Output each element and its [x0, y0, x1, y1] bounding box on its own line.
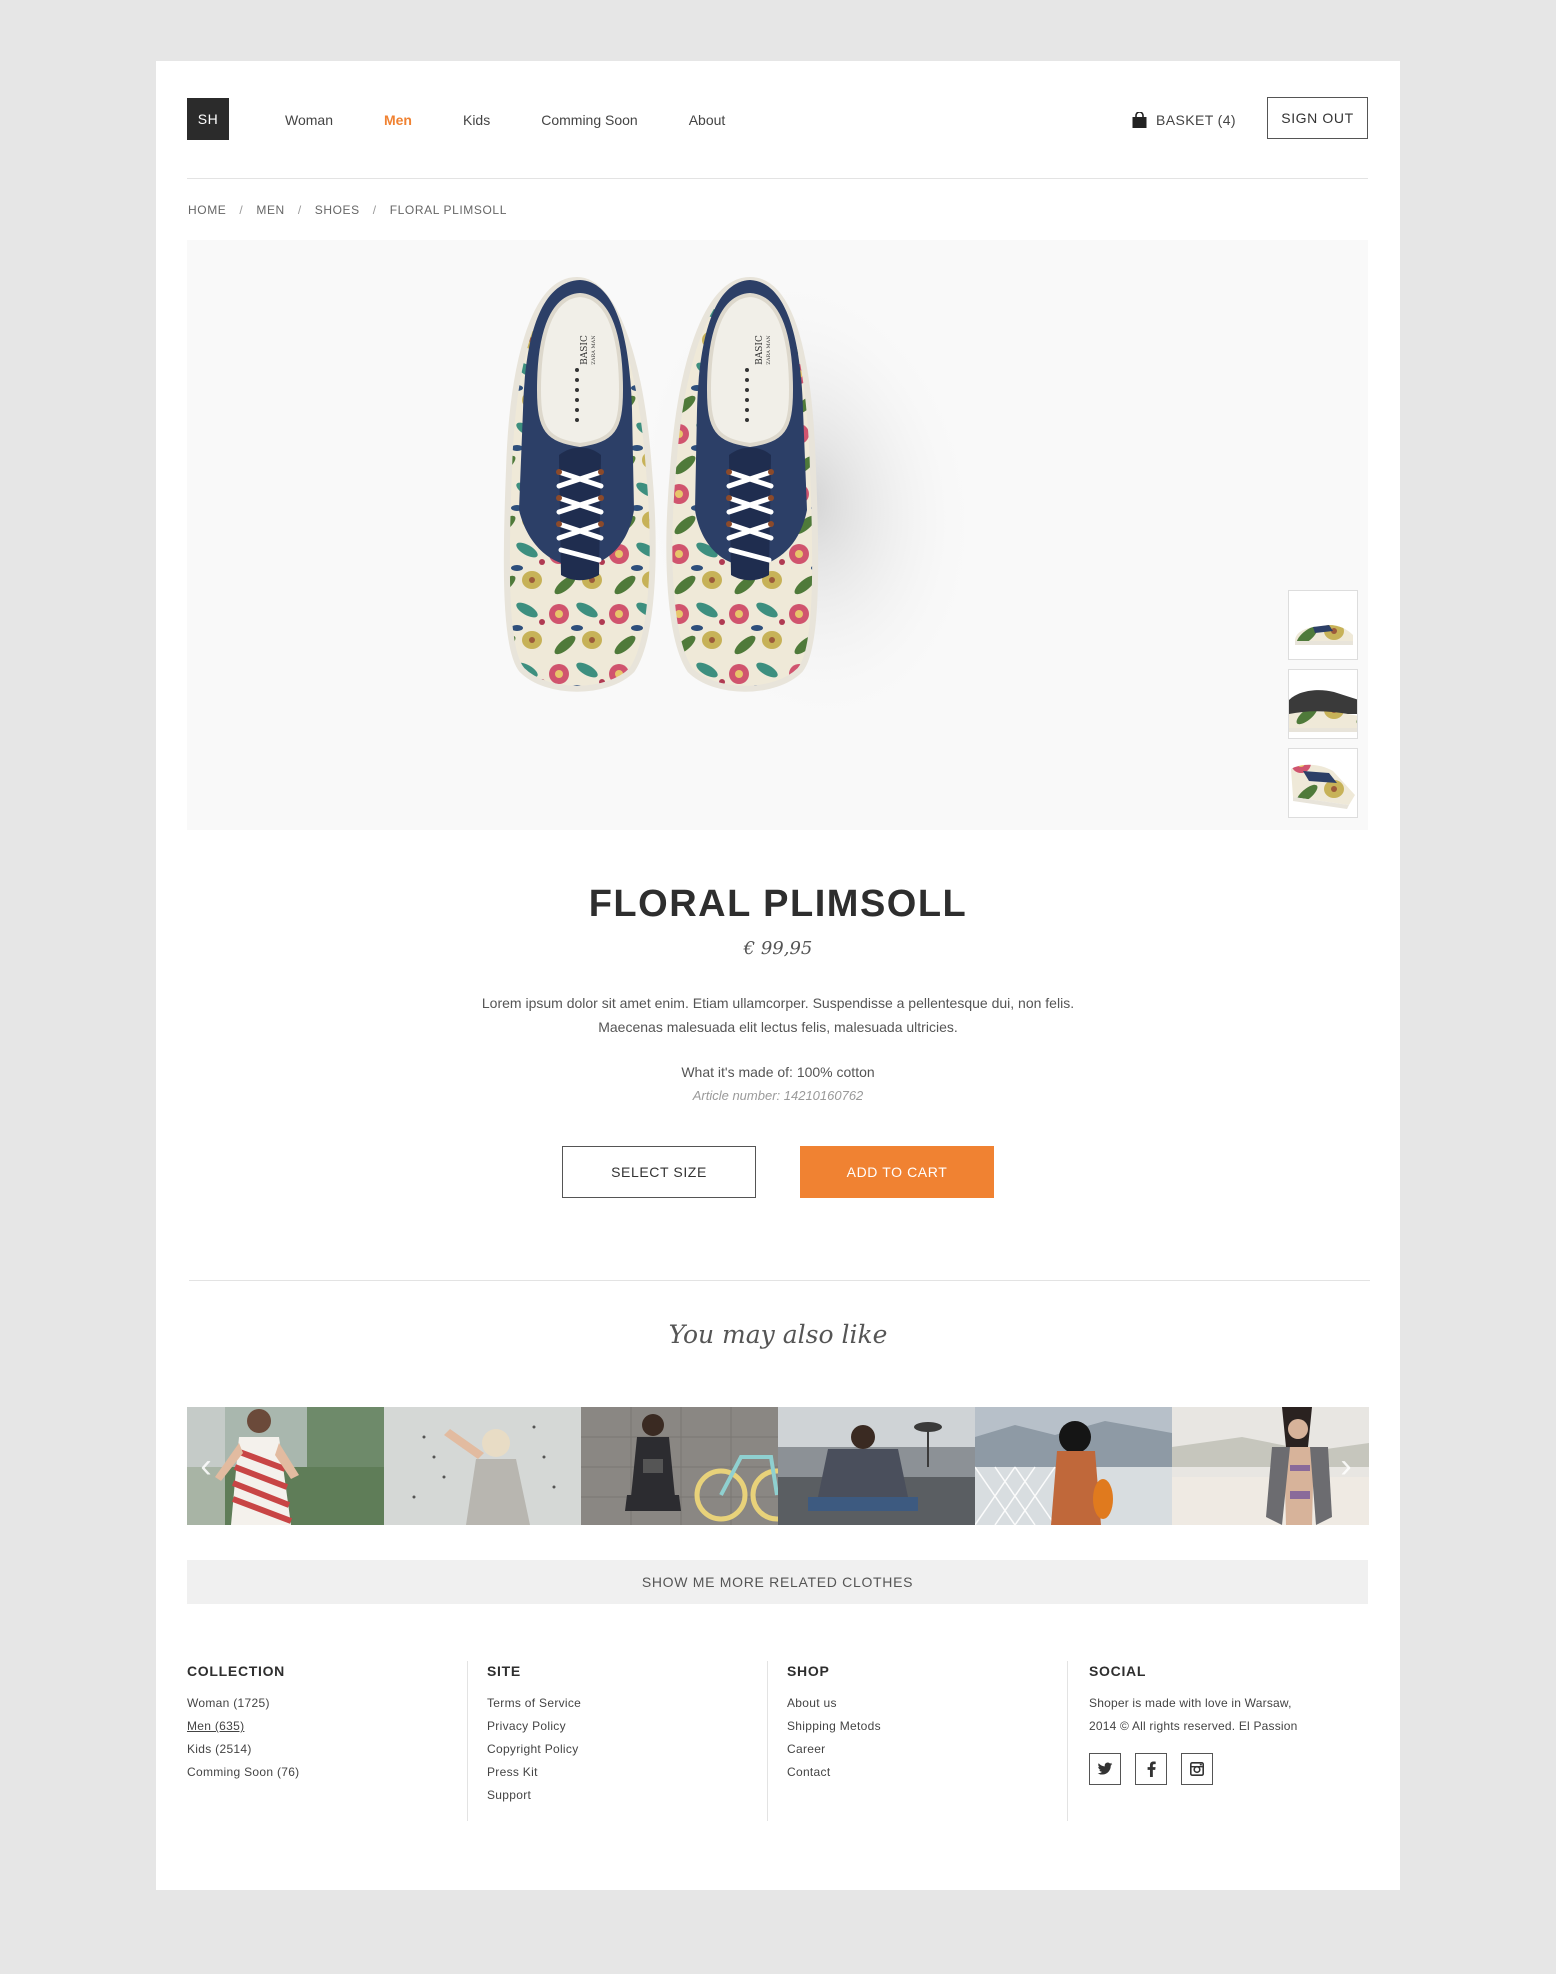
footer-heading: SOCIAL	[1089, 1663, 1147, 1679]
article-number: Article number: 14210160762	[692, 1088, 864, 1103]
add-to-cart-button[interactable]: ADD TO CART	[800, 1146, 994, 1198]
instagram-icon[interactable]	[1181, 1753, 1213, 1785]
nav-men[interactable]: Men	[384, 109, 412, 131]
description-line: Maecenas malesuada elit lectus felis, ma…	[598, 1019, 958, 1035]
breadcrumb-men[interactable]: MEN	[256, 201, 284, 219]
thumbnail-side-view[interactable]	[1288, 590, 1358, 660]
nav-comming-soon[interactable]: Comming Soon	[541, 109, 638, 131]
breadcrumb-current: FLORAL PLIMSOLL	[389, 203, 507, 217]
footer-divider	[1067, 1661, 1068, 1821]
footer-collection: COLLECTION Woman (1725) Men (635) Kids (…	[187, 1661, 299, 1784]
product-title: FLORAL PLIMSOLL	[588, 883, 968, 925]
footer-divider	[767, 1661, 768, 1821]
footer-link-support[interactable]: Support	[487, 1784, 581, 1807]
basket-label: BASKET (4)	[1156, 112, 1236, 128]
description-line: Lorem ipsum dolor sit amet enim. Etiam u…	[481, 995, 1075, 1011]
social-icons	[1089, 1753, 1298, 1785]
footer-social: SOCIAL Shoper is made with love in Warsa…	[1089, 1661, 1298, 1785]
footer-shop: SHOP About us Shipping Metods Career Con…	[787, 1661, 881, 1784]
related-heading: You may also like	[668, 1320, 888, 1349]
breadcrumb: HOME / MEN / SHOES / FLORAL PLIMSOLL	[188, 201, 507, 219]
insole-subbrand-text: ZARA MAN	[766, 335, 772, 365]
carousel-next-arrow[interactable]: ›	[1336, 1446, 1356, 1486]
footer-link-contact[interactable]: Contact	[787, 1761, 881, 1784]
footer-link-privacy[interactable]: Privacy Policy	[487, 1715, 581, 1738]
footer-link-career[interactable]: Career	[787, 1738, 881, 1761]
footer-heading: COLLECTION	[187, 1663, 285, 1679]
footer-credit-line: 2014 © All rights reserved. El Passion	[1089, 1719, 1298, 1733]
nav-woman[interactable]: Woman	[285, 109, 333, 131]
footer-link-copyright[interactable]: Copyright Policy	[487, 1738, 581, 1761]
insole-brand-text: BASIC	[580, 335, 590, 365]
related-carousel	[187, 1407, 1370, 1525]
thumbnail-list	[1288, 590, 1358, 827]
shopping-bag-icon	[1132, 111, 1147, 128]
footer-heading: SITE	[487, 1663, 521, 1679]
shoes-image: BASIC ZARA MAN BASIC ZARA MAN	[503, 272, 981, 728]
footer-link-woman[interactable]: Woman (1725)	[187, 1692, 299, 1715]
twitter-icon[interactable]	[1089, 1753, 1121, 1785]
footer-credit-line: Shoper is made with love in Warsaw,	[1089, 1696, 1292, 1710]
breadcrumb-home[interactable]: HOME	[188, 201, 226, 219]
related-item-5[interactable]	[975, 1407, 1172, 1525]
main-nav: Woman Men Kids Comming Soon About	[285, 109, 776, 131]
footer-divider	[467, 1661, 468, 1821]
breadcrumb-separator: /	[239, 203, 244, 217]
product-price: € 99,95	[743, 938, 813, 959]
sign-out-button[interactable]: SIGN OUT	[1267, 97, 1368, 139]
footer-site: SITE Terms of Service Privacy Policy Cop…	[487, 1661, 581, 1807]
footer-heading: SHOP	[787, 1663, 830, 1679]
footer-link-press-kit[interactable]: Press Kit	[487, 1761, 581, 1784]
thumbnail-angle-view[interactable]	[1288, 748, 1358, 818]
footer-link-terms[interactable]: Terms of Service	[487, 1692, 581, 1715]
page-card: SH Woman Men Kids Comming Soon About BAS…	[156, 61, 1400, 1890]
show-more-button[interactable]: SHOW ME MORE RELATED CLOTHES	[187, 1560, 1368, 1604]
related-item-2[interactable]	[384, 1407, 581, 1525]
breadcrumb-separator: /	[297, 203, 302, 217]
divider	[189, 1280, 1370, 1281]
footer-link-about-us[interactable]: About us	[787, 1692, 881, 1715]
thumbnail-pair-view[interactable]	[1288, 669, 1358, 739]
facebook-icon[interactable]	[1135, 1753, 1167, 1785]
product-description: Lorem ipsum dolor sit amet enim. Etiam u…	[428, 991, 1128, 1039]
breadcrumb-separator: /	[372, 203, 377, 217]
footer-link-kids[interactable]: Kids (2514)	[187, 1738, 299, 1761]
footer-link-comming-soon[interactable]: Comming Soon (76)	[187, 1761, 299, 1784]
related-item-4[interactable]	[778, 1407, 975, 1525]
breadcrumb-shoes[interactable]: SHOES	[315, 201, 360, 219]
carousel-prev-arrow[interactable]: ‹	[196, 1446, 216, 1486]
logo[interactable]: SH	[187, 98, 229, 140]
insole-brand-text: BASIC	[755, 335, 765, 365]
divider	[187, 178, 1368, 179]
related-item-1[interactable]	[187, 1407, 384, 1525]
left-shoe: BASIC ZARA MAN	[503, 276, 656, 692]
select-size-button[interactable]: SELECT SIZE	[562, 1146, 756, 1198]
product-image: BASIC ZARA MAN BASIC ZARA MAN	[187, 240, 1368, 830]
footer-link-shipping[interactable]: Shipping Metods	[787, 1715, 881, 1738]
insole-subbrand-text: ZARA MAN	[591, 335, 597, 365]
basket-link[interactable]: BASKET (4)	[1131, 109, 1236, 131]
related-item-3[interactable]	[581, 1407, 778, 1525]
nav-kids[interactable]: Kids	[463, 109, 490, 131]
product-material: What it's made of: 100% cotton	[681, 1064, 875, 1080]
footer-link-men[interactable]: Men (635)	[187, 1715, 299, 1738]
nav-about[interactable]: About	[689, 109, 726, 131]
